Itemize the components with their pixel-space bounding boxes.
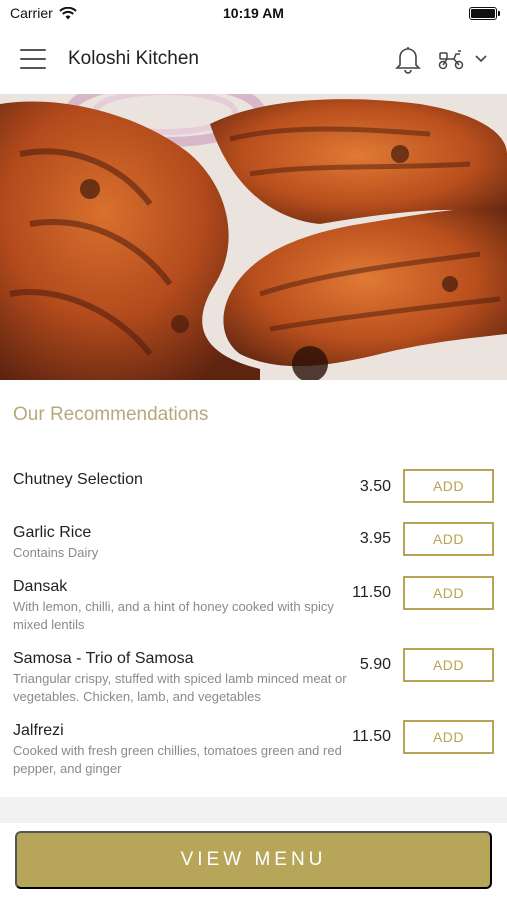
status-time: 10:19 AM	[223, 5, 284, 21]
section-title: Our Recommendations	[13, 404, 209, 425]
item-price: 3.50	[359, 478, 391, 495]
item-price: 3.95	[359, 530, 391, 547]
add-button[interactable]: ADD	[403, 522, 494, 556]
item-name: Dansak	[13, 578, 68, 595]
item-price: 5.90	[359, 656, 391, 673]
item-description: With lemon, chilli, and a hint of honey …	[13, 599, 334, 632]
add-button[interactable]: ADD	[403, 720, 494, 754]
bell-icon[interactable]	[395, 44, 421, 74]
restaurant-title: Koloshi Kitchen	[68, 48, 199, 69]
carrier-label: Carrier	[10, 5, 53, 21]
header-actions	[395, 44, 487, 74]
item-name: Samosa - Trio of Samosa	[13, 650, 194, 667]
item-price: 11.50	[352, 728, 391, 745]
item-name: Chutney Selection	[13, 471, 143, 488]
status-left: Carrier	[10, 5, 77, 21]
item-price: 11.50	[352, 584, 391, 601]
view-menu-button[interactable]: VIEW MENU	[15, 831, 492, 889]
status-bar: Carrier 10:19 AM	[0, 0, 507, 26]
wifi-icon	[59, 6, 77, 19]
item-name: Garlic Rice	[13, 524, 92, 541]
bottom-divider	[0, 797, 507, 823]
add-button[interactable]: ADD	[403, 648, 494, 682]
hero-image	[0, 94, 507, 380]
item-name: Jalfrezi	[13, 722, 64, 739]
scooter-icon	[438, 50, 464, 70]
chevron-down-icon	[475, 55, 487, 63]
add-button[interactable]: ADD	[403, 576, 494, 610]
item-description: Contains Dairy	[13, 545, 99, 560]
battery-icon	[469, 6, 500, 20]
app-header: Koloshi Kitchen	[0, 30, 507, 88]
item-description: Triangular crispy, stuffed with spiced l…	[13, 671, 347, 704]
delivery-selector[interactable]	[437, 48, 487, 70]
add-button[interactable]: ADD	[403, 469, 494, 503]
hamburger-icon[interactable]	[20, 49, 46, 69]
item-description: Cooked with fresh green chillies, tomato…	[13, 743, 342, 776]
